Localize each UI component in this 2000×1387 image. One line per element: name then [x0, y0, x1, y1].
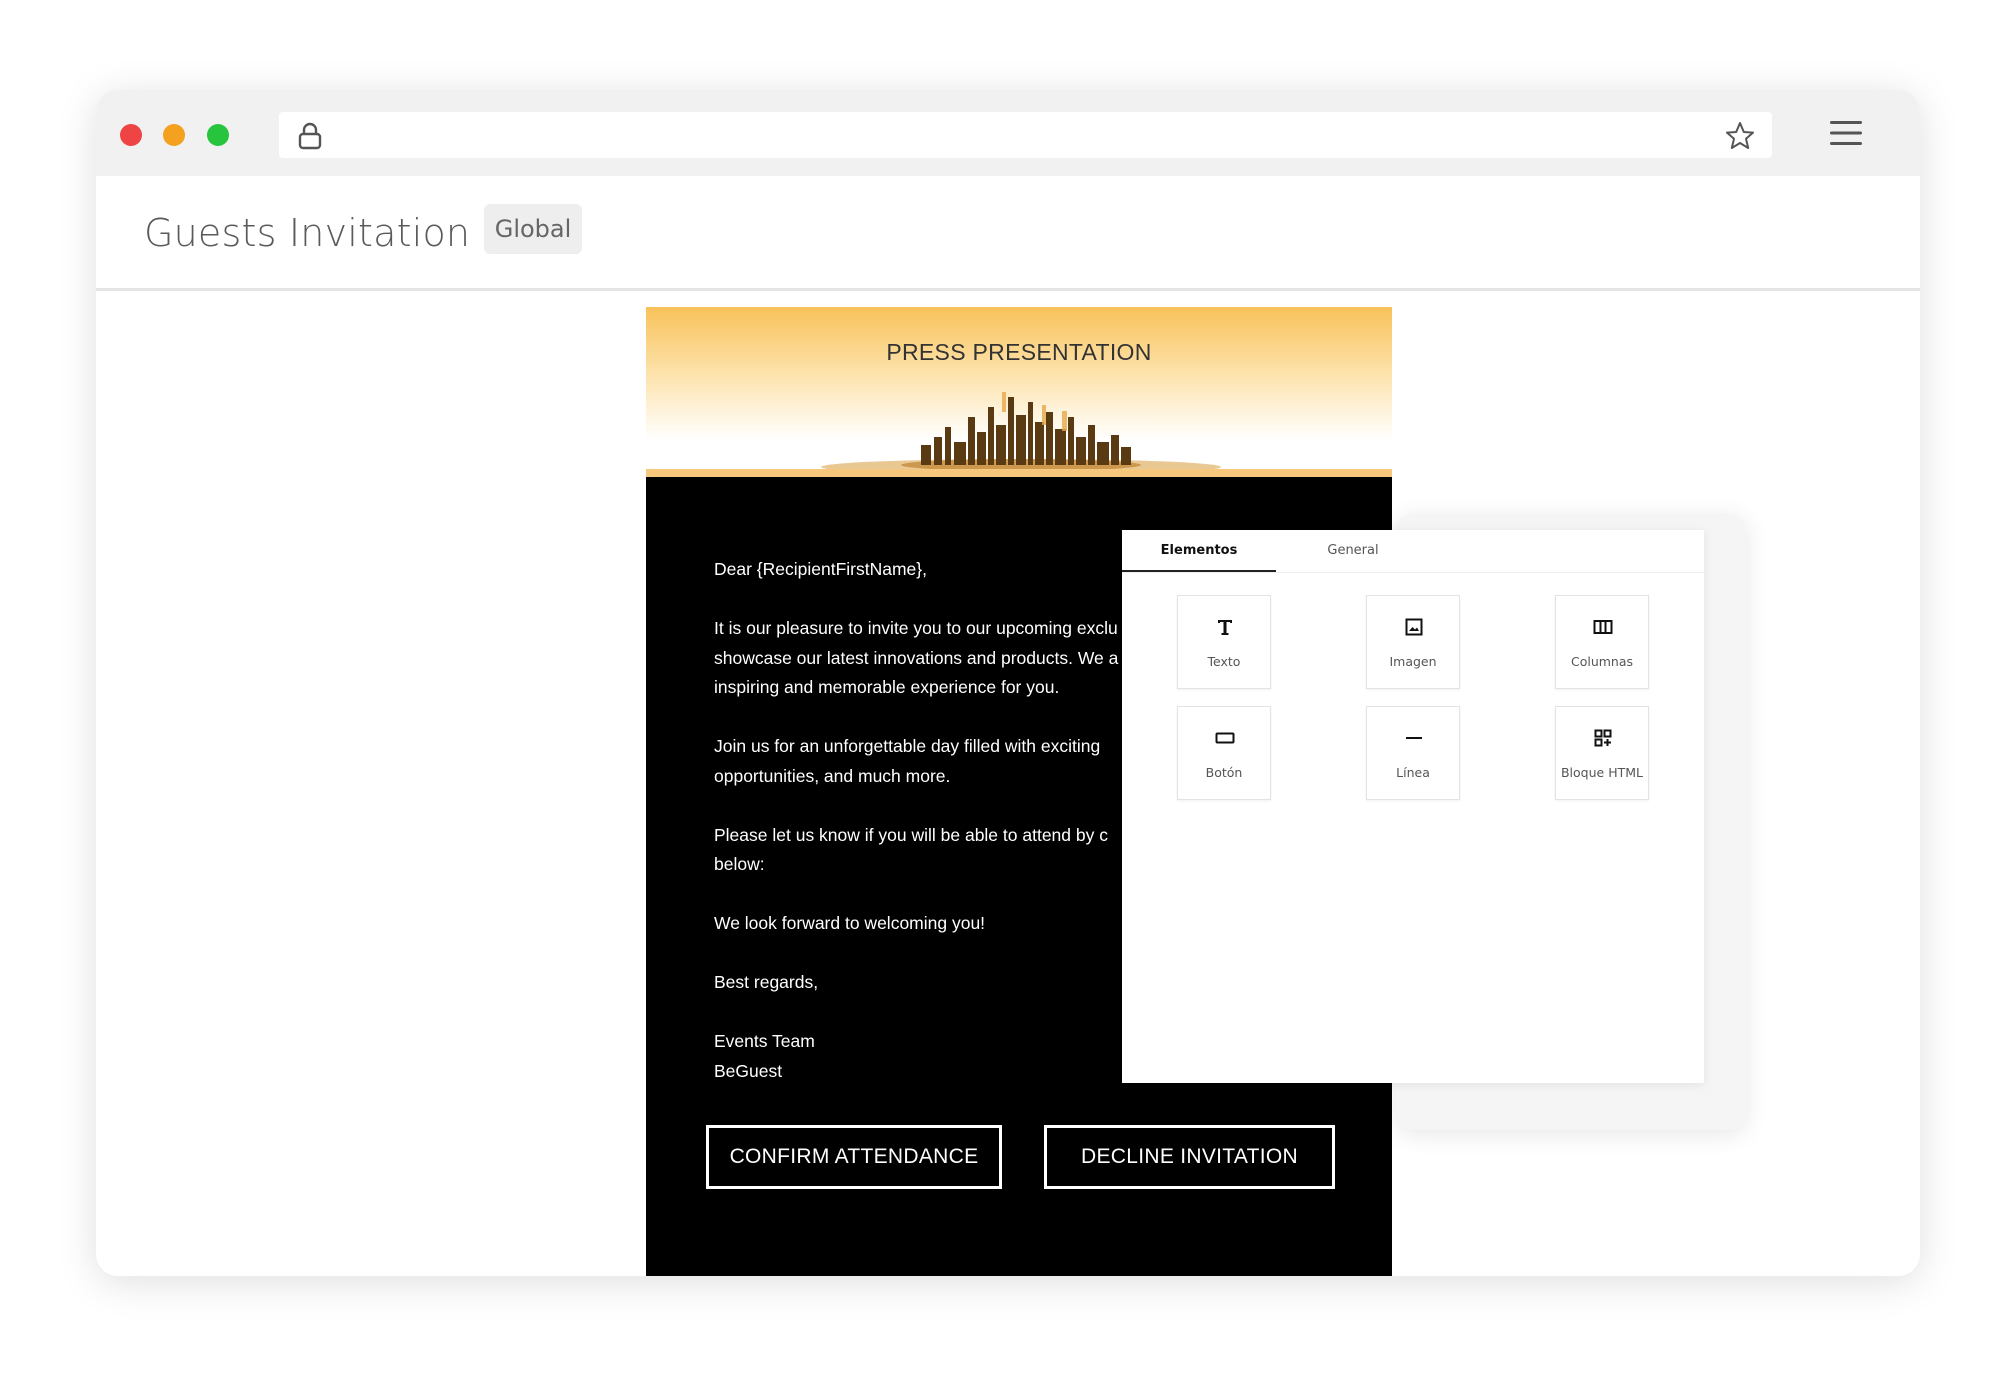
element-tile-image[interactable]: Imagen	[1366, 595, 1460, 689]
browser-toolbar	[96, 90, 1920, 176]
app-header: Guests Invitation Global	[96, 176, 1920, 291]
bookmark-star-icon[interactable]	[1724, 120, 1756, 152]
line-icon	[1399, 723, 1429, 753]
address-bar[interactable]	[279, 112, 1772, 158]
image-icon	[1399, 612, 1429, 642]
tile-label: Texto	[1207, 654, 1241, 669]
city-skyline-image	[821, 392, 1221, 473]
confirm-attendance-button[interactable]: CONFIRM ATTENDANCE	[706, 1125, 1002, 1189]
browser-window: Guests Invitation Global PRESS PRESENTAT…	[96, 90, 1920, 1276]
element-tile-text[interactable]: Texto	[1177, 595, 1271, 689]
page-title: Guests Invitation	[144, 211, 471, 255]
email-header-banner[interactable]: PRESS PRESENTATION	[646, 307, 1392, 477]
tile-label: Botón	[1205, 765, 1243, 780]
element-tile-columns[interactable]: Columnas	[1555, 595, 1649, 689]
panel-tabs: Elementos General	[1122, 530, 1704, 573]
tile-label: Línea	[1396, 765, 1430, 780]
scope-badge[interactable]: Global	[484, 204, 582, 254]
hamburger-menu-icon[interactable]	[1828, 118, 1864, 148]
header-divider	[646, 469, 1392, 477]
tile-label: Bloque HTML	[1560, 765, 1643, 780]
decline-invitation-button[interactable]: DECLINE INVITATION	[1044, 1125, 1335, 1189]
lock-icon	[298, 122, 322, 150]
minimize-window-button[interactable]	[163, 124, 185, 146]
elements-panel: Elementos General Texto Imagen Columnas …	[1122, 530, 1704, 1083]
text-icon	[1210, 612, 1240, 642]
html-block-icon	[1588, 723, 1618, 753]
element-tile-line[interactable]: Línea	[1366, 706, 1460, 800]
tile-label: Columnas	[1570, 654, 1634, 669]
editor-canvas: PRESS PRESENTATION Dear {RecipientFirstN…	[96, 307, 1920, 1276]
maximize-window-button[interactable]	[207, 124, 229, 146]
columns-icon	[1588, 612, 1618, 642]
tab-elementos[interactable]: Elementos	[1122, 530, 1276, 572]
element-tile-button[interactable]: Botón	[1177, 706, 1271, 800]
tile-label: Imagen	[1389, 654, 1437, 669]
tab-general[interactable]: General	[1276, 530, 1430, 570]
close-window-button[interactable]	[120, 124, 142, 146]
element-tile-html-block[interactable]: Bloque HTML	[1555, 706, 1649, 800]
button-icon	[1210, 723, 1240, 753]
email-header-title: PRESS PRESENTATION	[886, 339, 1152, 365]
